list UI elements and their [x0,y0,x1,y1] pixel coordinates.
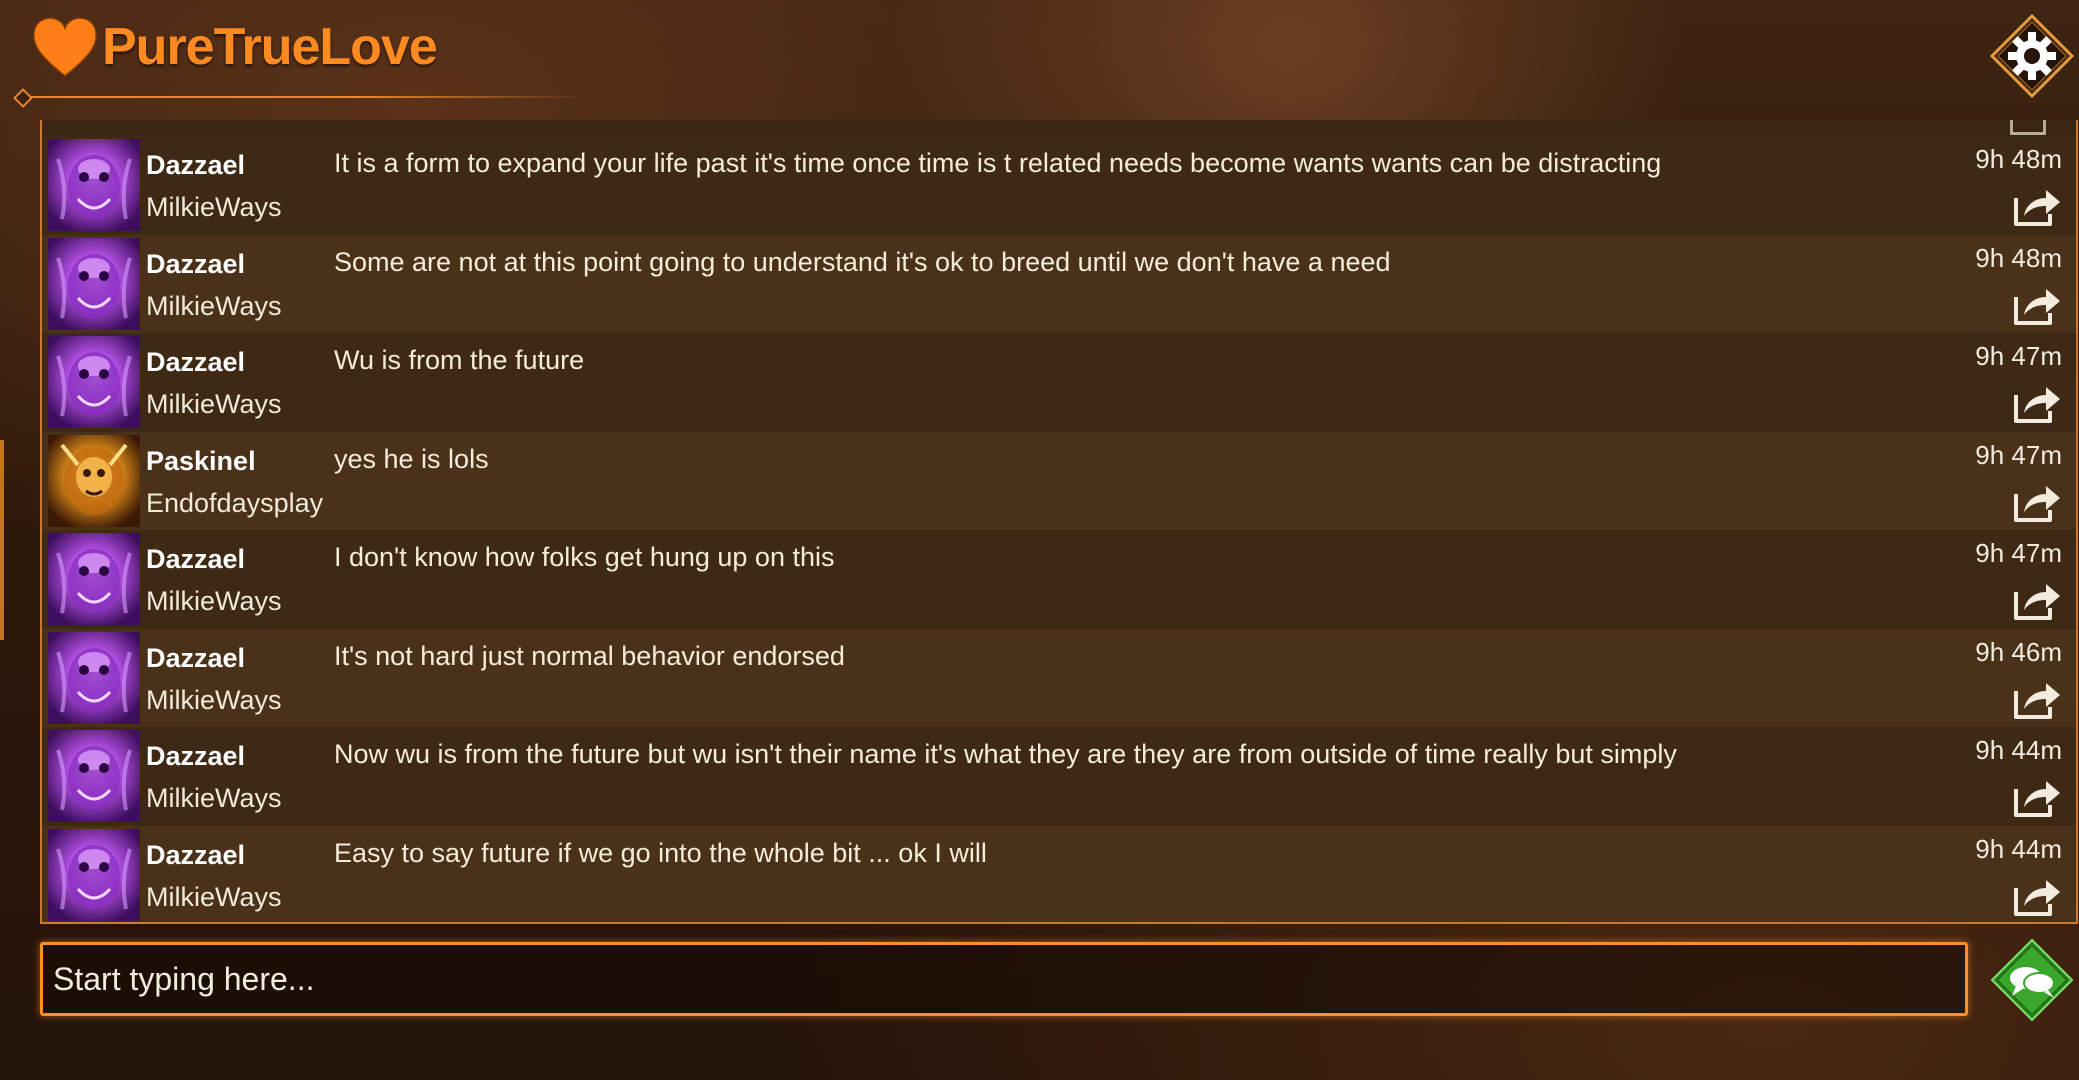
message-timestamp: 9h 44m [1975,833,2062,864]
author-account: Endofdaysplay [146,487,324,518]
share-button[interactable] [2010,578,2062,622]
author-name[interactable]: Dazzael [146,741,245,772]
message-text: Some are not at this point going to unde… [334,246,1391,277]
share-button[interactable] [2010,381,2062,425]
header: PureTrueLove [0,0,2079,120]
purple-creature-avatar[interactable] [48,533,140,625]
author-name[interactable]: Dazzael [146,544,245,575]
message-text: Wu is from the future [334,345,585,375]
message-timestamp: 9h 47m [1975,341,2062,371]
chat-bubbles-icon [1990,938,2074,1022]
share-icon [2010,190,2062,232]
share-button[interactable] [2010,775,2062,819]
author-account: MilkieWays [146,684,282,715]
message-text: Now wu is from the future but wu isn't t… [334,739,1677,769]
author-name[interactable]: Dazzael [146,150,245,181]
message-row: Dazzael MilkieWays Some are not at this … [42,234,2076,333]
author-account: MilkieWays [146,389,282,419]
message-timestamp: 9h 44m [1975,735,2062,765]
author-name[interactable]: Dazzael [146,249,245,280]
author-account: MilkieWays [146,586,282,616]
share-button[interactable] [2010,677,2062,721]
app-title: PureTrueLove [102,18,438,76]
purple-creature-avatar[interactable] [48,730,140,822]
chat-message-list[interactable]: Dazzael MilkieWays It is a form to expan… [40,120,2078,924]
purple-creature-avatar[interactable] [48,336,140,428]
message-row: Paskinel Endofdaysplay yes he is lols 9h… [42,431,2076,530]
author-account: MilkieWays [146,783,282,813]
app-logo: PureTrueLove [32,16,438,78]
purple-creature-avatar[interactable] [48,828,140,921]
message-text: I don't know how folks get hung up on th… [334,542,835,572]
share-icon [2010,485,2062,528]
author-name[interactable]: Dazzael [146,347,245,378]
share-icon [2010,781,2062,823]
partial-message-row [42,120,2076,136]
header-divider [22,96,582,98]
share-button[interactable] [2010,184,2062,228]
share-icon [2010,879,2062,922]
share-icon [2010,288,2062,331]
message-row: Dazzael MilkieWays Now wu is from the fu… [42,727,2076,826]
purple-creature-avatar[interactable] [48,237,140,330]
message-timestamp: 9h 48m [1975,242,2062,273]
message-row: Dazzael MilkieWays It is a form to expan… [42,136,2076,235]
share-button[interactable] [2010,480,2062,524]
purple-creature-avatar[interactable] [48,139,140,231]
header-divider-ornament [13,88,33,108]
message-timestamp: 9h 46m [1975,636,2062,667]
settings-button[interactable] [1989,13,2075,99]
share-icon [2010,120,2046,135]
share-icon [2010,682,2062,725]
share-button[interactable] [2010,874,2062,918]
message-input[interactable] [43,945,1965,1013]
message-row: Dazzael MilkieWays It's not hard just no… [42,628,2076,727]
message-text: Easy to say future if we go into the who… [334,837,987,868]
gear-icon [1989,13,2075,99]
message-text: It's not hard just normal behavior endor… [334,640,845,671]
author-name[interactable]: Paskinel [146,446,256,477]
side-edge-accent [0,440,4,640]
message-text: It is a form to expand your life past it… [334,148,1662,178]
author-account: MilkieWays [146,290,282,321]
author-account: MilkieWays [146,192,282,222]
author-name[interactable]: Dazzael [146,643,245,674]
message-row: Dazzael MilkieWays I don't know how folk… [42,530,2076,629]
message-timestamp: 9h 47m [1975,439,2062,470]
share-icon [2010,387,2062,429]
purple-creature-avatar[interactable] [48,631,140,724]
golden-lion-avatar[interactable] [48,434,140,527]
message-row: Dazzael MilkieWays Easy to say future if… [42,825,2076,922]
message-text: yes he is lols [334,443,489,474]
message-timestamp: 9h 48m [1975,144,2062,174]
share-icon [2010,584,2062,626]
send-button[interactable] [1990,938,2074,1022]
heart-icon [33,17,97,77]
author-name[interactable]: Dazzael [146,840,245,871]
message-timestamp: 9h 47m [1975,538,2062,568]
message-input-box[interactable] [40,942,1968,1016]
author-account: MilkieWays [146,881,282,912]
message-row: Dazzael MilkieWays Wu is from the future… [42,333,2076,432]
share-button[interactable] [2010,283,2062,327]
